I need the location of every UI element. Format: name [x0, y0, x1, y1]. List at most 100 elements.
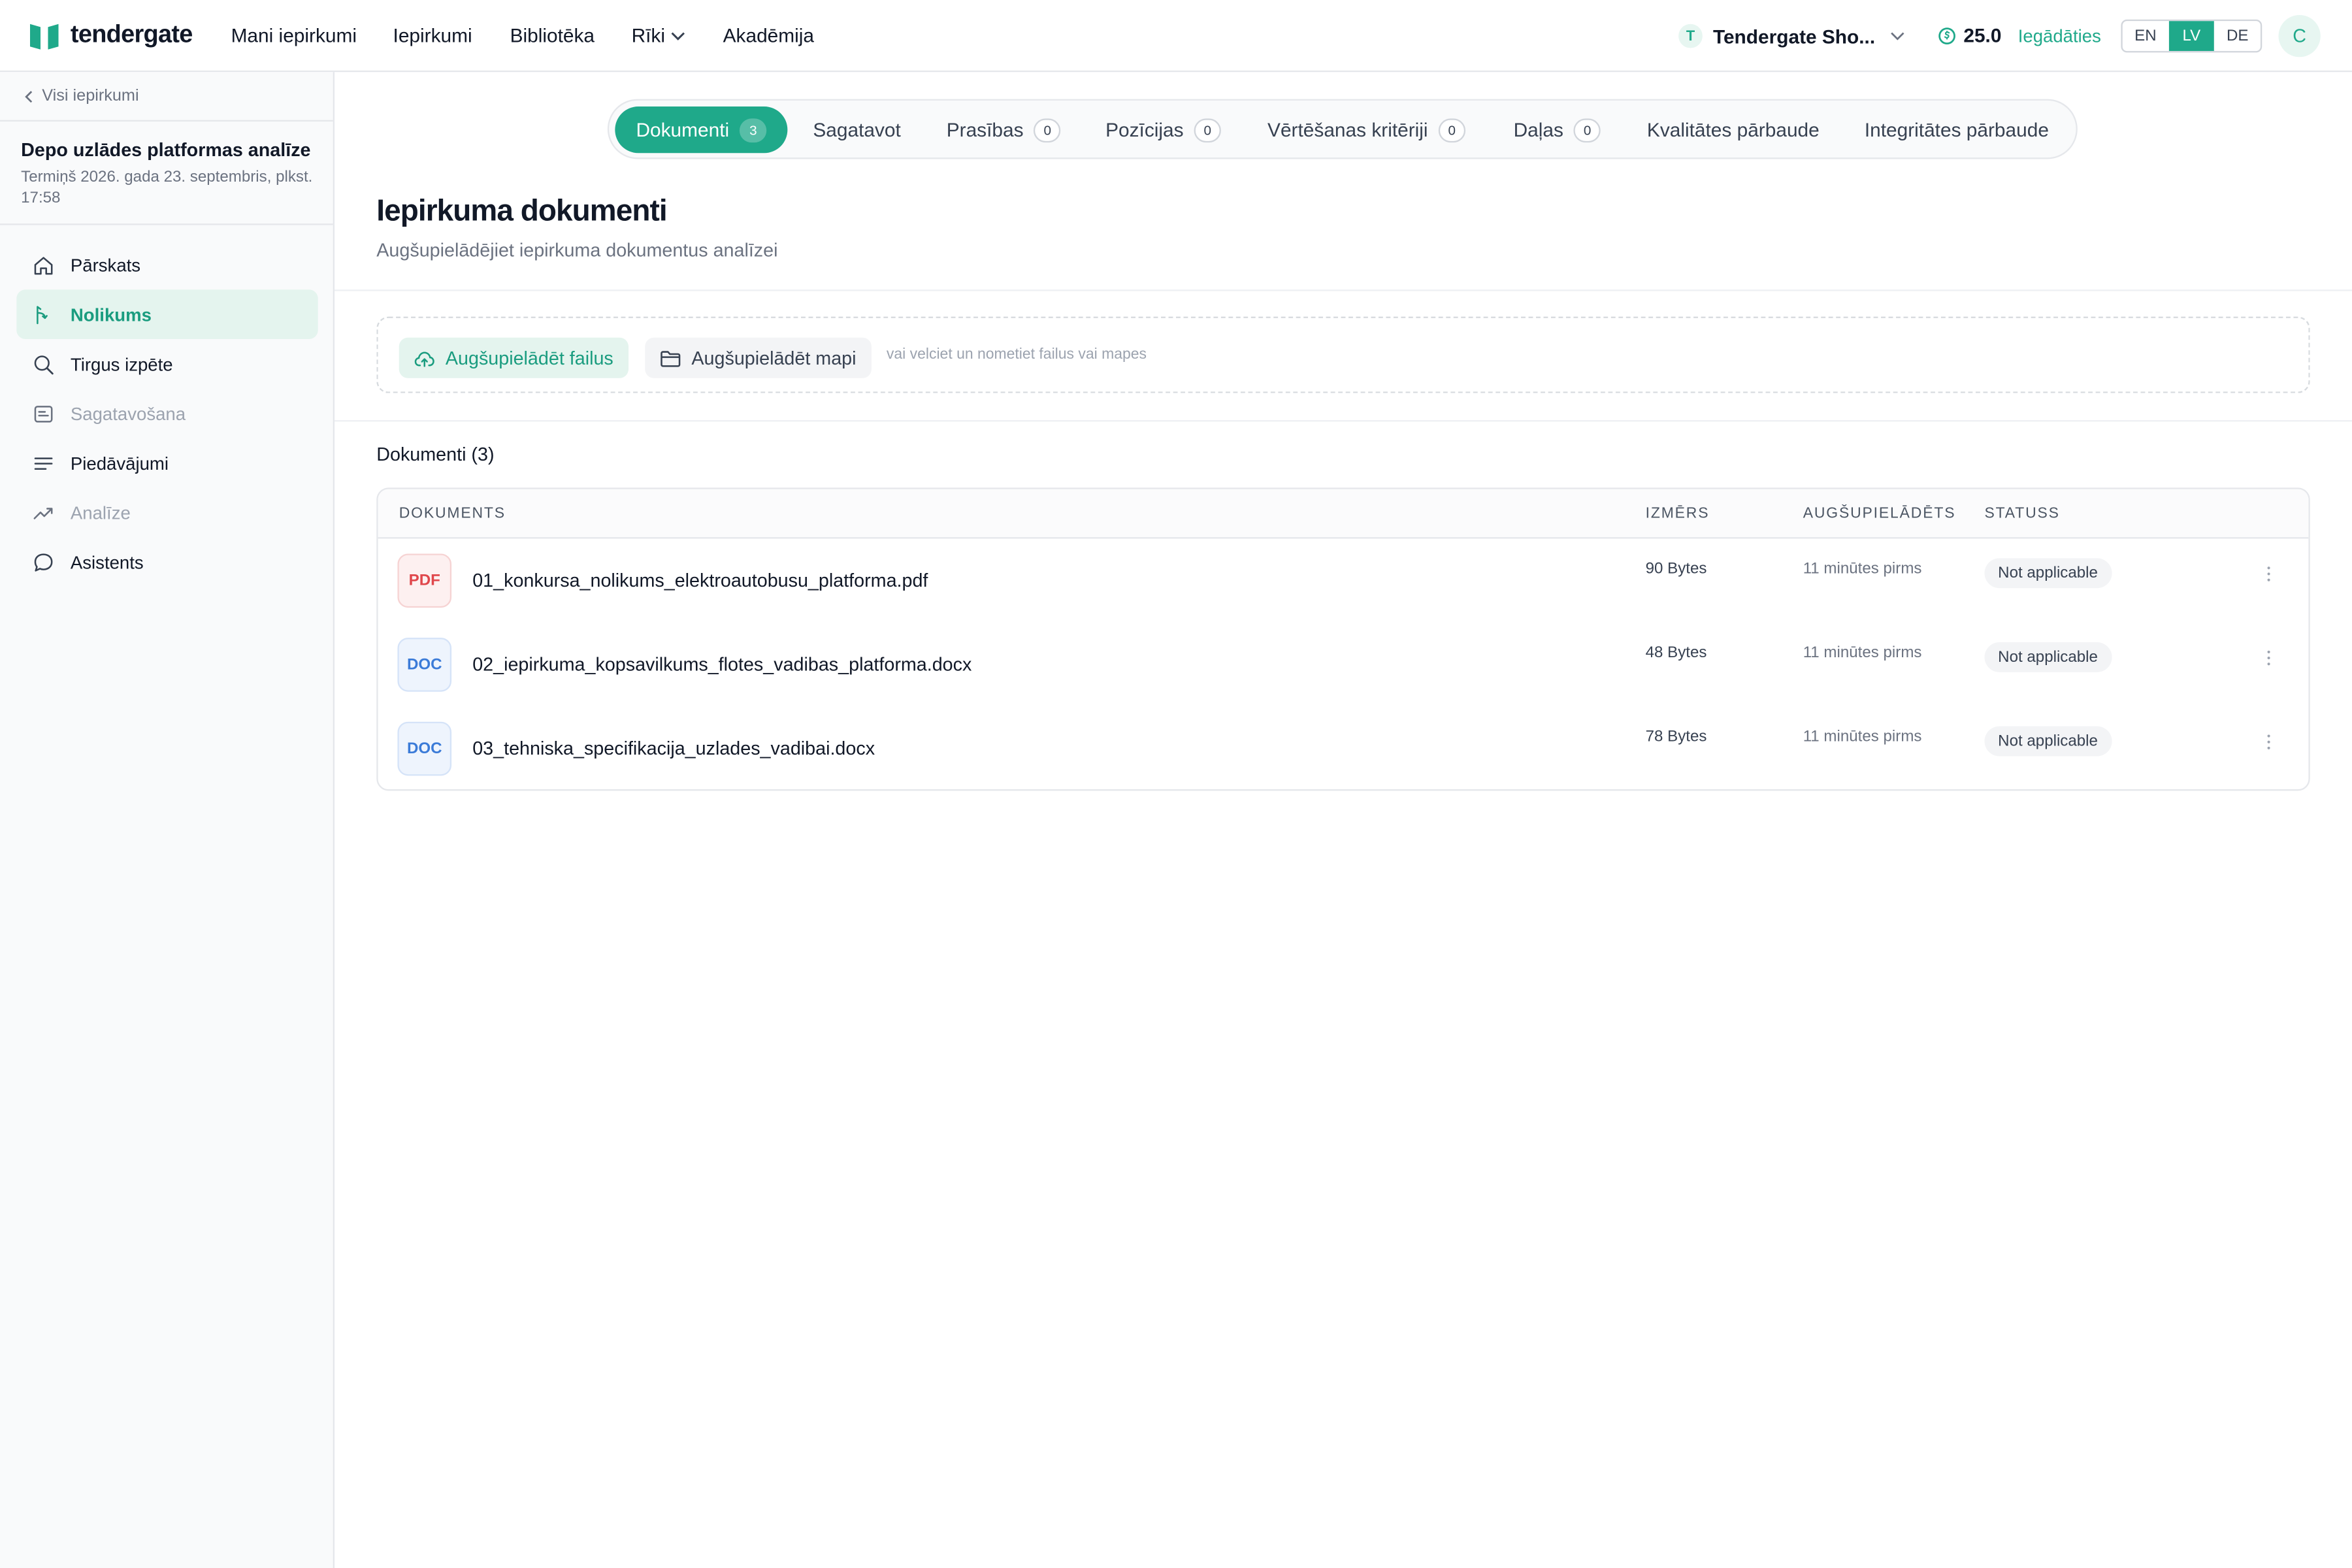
upload-folder-label: Augšupielādēt mapi — [691, 347, 857, 368]
column-header-size[interactable]: IZMĒRS — [1646, 506, 1710, 522]
sidebar-item-sagatavosana[interactable]: Sagatavošana — [16, 389, 318, 438]
sidebar-item-label: Tirgus izpēte — [70, 353, 173, 375]
tab-count-badge: 3 — [740, 118, 767, 142]
logo[interactable]: tendergate — [29, 21, 193, 50]
page-subtitle: Augšupielādējiet iepirkuma dokumentus an… — [376, 240, 778, 261]
table-row[interactable]: PDF 01_konkursa_nolikums_elektroautobusu… — [378, 538, 2309, 623]
back-link-label: Visi iepirkumi — [42, 87, 139, 105]
sidebar-item-label: Sagatavošana — [70, 402, 186, 424]
tab-label: Pozīcijas — [1105, 118, 1184, 141]
sidebar: Visi iepirkumi Depo uzlādes platformas a… — [0, 72, 335, 1568]
more-vertical-icon[interactable] — [2261, 645, 2276, 670]
pdf-file-icon: PDF — [397, 553, 452, 608]
chevron-down-icon — [1891, 32, 1904, 41]
nav-iepirkumi[interactable]: Iepirkumi — [393, 24, 472, 46]
tab-count-badge: 0 — [1573, 118, 1601, 142]
documents-count-heading: Dokumenti (3) — [376, 444, 495, 465]
credits-value: 25.0 — [1963, 24, 2002, 47]
logo-icon — [29, 23, 59, 49]
tab-count-badge: 0 — [1194, 118, 1221, 142]
column-header-document[interactable]: DOKUMENTS — [399, 506, 506, 522]
lang-en-button[interactable]: EN — [2123, 21, 2168, 51]
more-vertical-icon[interactable] — [2261, 729, 2276, 753]
divider — [334, 289, 2352, 291]
sidebar-item-label: Piedāvājumi — [70, 452, 169, 474]
doc-file-icon: DOC — [397, 638, 452, 692]
notepad-icon — [31, 401, 56, 425]
folder-icon — [661, 350, 681, 367]
upload-hint: vai velciet un nometiet failus vai mapes — [886, 346, 1147, 363]
nav-riki[interactable]: Rīki — [632, 24, 687, 46]
buy-credits-link[interactable]: Iegādāties — [2018, 25, 2101, 46]
status-badge: Not applicable — [1984, 726, 2112, 757]
nav-mani-iepirkumi[interactable]: Mani iepirkumi — [231, 24, 357, 46]
tab-label: Integritātes pārbaude — [1864, 118, 2049, 141]
file-uploaded-time: 11 minūtes pirms — [1803, 727, 1922, 746]
divider — [334, 420, 2352, 422]
column-header-status[interactable]: STATUSS — [1985, 506, 2060, 522]
file-name[interactable]: 03_tehniska_specifikacija_uzlades_vadiba… — [472, 738, 875, 759]
search-icon — [31, 352, 56, 376]
table-header: DOKUMENTS IZMĒRS AUGŠUPIELĀDĒTS STATUSS — [378, 489, 2309, 539]
tab-label: Dokumenti — [636, 118, 730, 141]
tab-dokumenti[interactable]: Dokumenti 3 — [615, 106, 788, 154]
org-avatar: T — [1678, 24, 1703, 48]
doc-file-icon: DOC — [397, 721, 452, 776]
language-switcher: EN LV DE — [2121, 19, 2262, 53]
sidebar-item-parskats[interactable]: Pārskats — [16, 240, 318, 289]
tab-count-badge: 0 — [1034, 118, 1061, 142]
lang-lv-button[interactable]: LV — [2168, 21, 2215, 52]
status-badge: Not applicable — [1984, 642, 2112, 672]
table-row[interactable]: DOC 02_iepirkuma_kopsavilkums_flotes_vad… — [378, 623, 2309, 707]
project-title: Depo uzlādes platformas analīze — [21, 139, 311, 161]
file-size: 90 Bytes — [1645, 559, 1707, 578]
tab-sagatavot[interactable]: Sagatavot — [813, 106, 900, 153]
file-uploaded-time: 11 minūtes pirms — [1803, 559, 1922, 578]
chat-icon — [31, 550, 56, 574]
project-deadline: Termiņš 2026. gada 23. septembris, plkst… — [21, 168, 313, 207]
top-bar: tendergate Mani iepirkumi Iepirkumi Bibl… — [0, 0, 2352, 73]
trend-icon — [31, 500, 56, 525]
table-row[interactable]: DOC 03_tehniska_specifikacija_uzlades_va… — [378, 707, 2309, 789]
chevron-down-icon — [672, 32, 685, 41]
tab-integritates-parbaude[interactable]: Integritātes pārbaude — [1865, 106, 2049, 153]
tab-bar: Dokumenti 3 Sagatavot Prasības 0 Pozīcij… — [607, 99, 2078, 159]
sidebar-item-piedavajumi[interactable]: Piedāvājumi — [16, 438, 318, 488]
tab-label: Vērtēšanas kritēriji — [1267, 118, 1428, 141]
divider — [0, 223, 333, 225]
sidebar-item-label: Pārskats — [70, 254, 141, 276]
nav-akademija[interactable]: Akadēmija — [723, 24, 814, 46]
chevron-left-icon — [25, 90, 33, 102]
document-branch-icon — [31, 302, 56, 327]
org-switcher[interactable]: T Tendergate Sho... — [1678, 22, 1905, 49]
sidebar-item-asistents[interactable]: Asistents — [16, 537, 318, 587]
sidebar-item-analize[interactable]: Analīze — [16, 487, 318, 537]
tab-dalas[interactable]: Daļas 0 — [1514, 106, 1601, 153]
upload-files-button[interactable]: Augšupielādēt failus — [399, 337, 629, 378]
tab-prasibas[interactable]: Prasības 0 — [947, 106, 1061, 153]
file-name[interactable]: 01_konkursa_nolikums_elektroautobusu_pla… — [472, 570, 928, 591]
tab-count-badge: 0 — [1438, 118, 1465, 142]
tab-vertesanas-kriteriji[interactable]: Vērtēšanas kritēriji 0 — [1267, 106, 1465, 153]
sidebar-item-nolikums[interactable]: Nolikums — [16, 289, 318, 340]
file-uploaded-time: 11 minūtes pirms — [1803, 644, 1922, 662]
tab-pozicijas[interactable]: Pozīcijas 0 — [1105, 106, 1221, 153]
sidebar-item-label: Nolikums — [70, 304, 152, 325]
column-header-uploaded[interactable]: AUGŠUPIELĀDĒTS — [1803, 506, 1956, 522]
upload-dropzone[interactable]: Augšupielādēt failus Augšupielādēt mapi … — [376, 316, 2310, 393]
upload-folder-button[interactable]: Augšupielādēt mapi — [645, 337, 872, 378]
org-name: Tendergate Sho... — [1712, 24, 1876, 48]
more-vertical-icon[interactable] — [2261, 561, 2276, 585]
nav-biblioteka[interactable]: Bibliotēka — [510, 24, 595, 46]
lang-de-button[interactable]: DE — [2215, 21, 2261, 51]
file-name[interactable]: 02_iepirkuma_kopsavilkums_flotes_vadibas… — [472, 654, 972, 675]
tab-kvalitates-parbaude[interactable]: Kvalitātes pārbaude — [1647, 106, 1820, 153]
user-avatar[interactable]: C — [2278, 14, 2321, 57]
back-link[interactable]: Visi iepirkumi — [24, 87, 139, 105]
sidebar-item-tirgus-izpete[interactable]: Tirgus izpēte — [16, 339, 318, 389]
divider — [0, 120, 333, 122]
nav-riki-label: Rīki — [631, 24, 665, 47]
logo-text: tendergate — [70, 21, 193, 48]
status-badge: Not applicable — [1984, 558, 2112, 589]
cloud-upload-icon — [414, 351, 434, 367]
